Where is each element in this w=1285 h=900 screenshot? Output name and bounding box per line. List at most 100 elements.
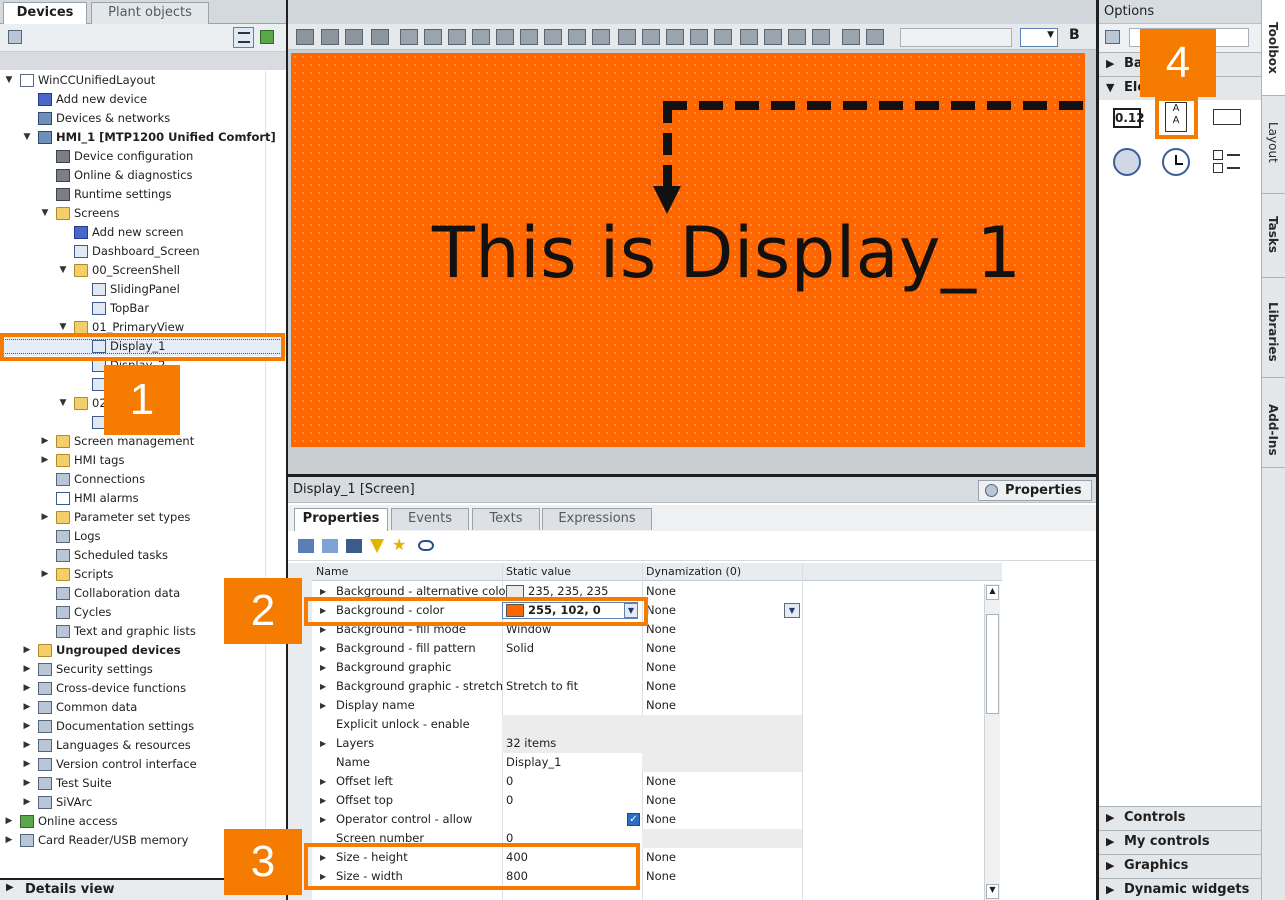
toolbar-tool-icon[interactable] xyxy=(544,29,562,45)
tree-item[interactable]: ▼ WinCCUnifiedLayout xyxy=(0,71,286,90)
column-name[interactable]: Name xyxy=(316,565,348,578)
toolbar-tool-icon[interactable] xyxy=(812,29,830,45)
toolbar-tool-icon[interactable] xyxy=(371,29,389,45)
tab-expressions[interactable]: Expressions xyxy=(542,508,652,530)
chevron-right-icon[interactable]: ▶ xyxy=(4,812,14,831)
chevron-right-icon[interactable]: ▶ xyxy=(22,793,32,812)
section-controls[interactable]: ▶ Controls xyxy=(1099,806,1261,830)
chevron-down-icon[interactable]: ▼ xyxy=(40,204,50,223)
toolbar-tool-icon[interactable] xyxy=(618,29,636,45)
clock-icon[interactable] xyxy=(1162,148,1190,176)
tree-item[interactable]: TopBar xyxy=(0,299,286,318)
chevron-right-icon[interactable]: ▶ xyxy=(40,451,50,470)
property-dynamization[interactable]: None xyxy=(646,620,676,639)
tree-item[interactable]: ▶ Security settings xyxy=(0,660,286,679)
side-tab-toolbox[interactable]: Toolbox xyxy=(1262,0,1285,96)
property-dynamization[interactable]: None xyxy=(646,791,676,810)
tree-settings-icon[interactable] xyxy=(8,30,22,44)
toolbar-tool-icon[interactable] xyxy=(424,29,442,45)
section-graphics[interactable]: ▶ Graphics xyxy=(1099,854,1261,878)
chevron-down-icon[interactable]: ▼ xyxy=(22,128,32,147)
tab-devices[interactable]: Devices xyxy=(3,2,87,25)
chevron-right-icon[interactable]: ▶ xyxy=(320,772,326,791)
tree-item[interactable]: ▶ Languages & resources xyxy=(0,736,286,755)
chevron-right-icon[interactable]: ▶ xyxy=(22,679,32,698)
property-dynamization[interactable]: None xyxy=(646,867,676,886)
font-selector[interactable] xyxy=(900,28,1012,47)
toolbar-tool-icon[interactable] xyxy=(642,29,660,45)
column-static-value[interactable]: Static value xyxy=(506,565,571,578)
property-dynamization[interactable]: None xyxy=(646,658,676,677)
io-field-icon[interactable]: 0.12 xyxy=(1113,108,1145,128)
chevron-right-icon[interactable]: ▶ xyxy=(40,432,50,451)
chevron-right-icon[interactable]: ▶ xyxy=(4,831,14,850)
tab-events[interactable]: Events xyxy=(391,508,469,530)
tab-properties[interactable]: Properties xyxy=(294,508,388,531)
view-toggle-icon[interactable] xyxy=(1105,30,1120,44)
list-view-button[interactable] xyxy=(233,27,254,48)
property-value[interactable]: 0 xyxy=(506,772,513,791)
tree-item[interactable]: Add new screen xyxy=(0,223,286,242)
tab-texts[interactable]: Texts xyxy=(472,508,540,530)
toolbar-tool-icon[interactable] xyxy=(866,29,884,45)
tree-item[interactable]: ▼ HMI_1 [MTP1200 Unified Comfort] xyxy=(0,128,286,147)
property-dynamization[interactable]: None xyxy=(646,772,676,791)
checkbox-icon[interactable] xyxy=(1213,150,1241,174)
property-value[interactable]: Stretch to fit xyxy=(506,677,578,696)
tree-item[interactable]: Dashboard_Screen xyxy=(0,242,286,261)
toolbar-tool-icon[interactable] xyxy=(400,29,418,45)
toolbar-tool-icon[interactable] xyxy=(321,29,339,45)
chevron-right-icon[interactable]: ▶ xyxy=(22,641,32,660)
color-selector[interactable]: ▼ xyxy=(1020,28,1058,47)
chevron-right-icon[interactable]: ▶ xyxy=(22,736,32,755)
details-expand-icon[interactable]: ▶ xyxy=(6,882,14,893)
group-view-icon[interactable] xyxy=(298,539,314,553)
eye-icon[interactable] xyxy=(418,540,434,551)
expand-all-icon[interactable] xyxy=(346,539,362,553)
chevron-right-icon[interactable]: ▶ xyxy=(22,755,32,774)
toolbar-tool-icon[interactable] xyxy=(448,29,466,45)
chevron-right-icon[interactable]: ▶ xyxy=(320,734,326,753)
tree-item[interactable]: ▼ 00_ScreenShell xyxy=(0,261,286,280)
chevron-right-icon[interactable]: ▶ xyxy=(320,639,326,658)
property-row[interactable]: ▶ Operator control - allow ✓ None xyxy=(312,810,1002,829)
toolbar-tool-icon[interactable] xyxy=(740,29,758,45)
toolbar-tool-icon[interactable] xyxy=(345,29,363,45)
property-dynamization[interactable]: None xyxy=(646,810,676,829)
tree-item[interactable]: Online & diagnostics xyxy=(0,166,286,185)
chevron-right-icon[interactable]: ▶ xyxy=(320,658,326,677)
toolbar-tool-icon[interactable] xyxy=(568,29,586,45)
property-row[interactable]: ▶ Layers 32 items xyxy=(312,734,1002,753)
scroll-down-icon[interactable]: ▼ xyxy=(986,884,999,899)
chevron-down-icon[interactable]: ▼ xyxy=(58,394,68,413)
scroll-up-icon[interactable]: ▲ xyxy=(986,585,999,600)
tree-refresh-icon[interactable] xyxy=(260,30,274,44)
chevron-right-icon[interactable]: ▶ xyxy=(40,565,50,584)
toolbar-tool-icon[interactable] xyxy=(472,29,490,45)
property-dynamization[interactable]: None xyxy=(646,639,676,658)
chevron-right-icon[interactable]: ▶ xyxy=(22,774,32,793)
toolbar-tool-icon[interactable] xyxy=(788,29,806,45)
side-tab-layout[interactable]: Layout xyxy=(1262,96,1285,194)
property-row[interactable]: ▶ Offset top 0 None xyxy=(312,791,1002,810)
tree-item[interactable]: ▼ Screens xyxy=(0,204,286,223)
tree-item[interactable]: SlidingPanel xyxy=(0,280,286,299)
chevron-right-icon[interactable]: ▶ xyxy=(40,508,50,527)
toolbar-tool-icon[interactable] xyxy=(764,29,782,45)
property-value[interactable]: 0 xyxy=(506,791,513,810)
property-row[interactable]: Explicit unlock - enable xyxy=(312,715,1002,734)
chevron-right-icon[interactable]: ▶ xyxy=(320,696,326,715)
property-dynamization[interactable]: None xyxy=(646,582,676,601)
filter-icon[interactable] xyxy=(370,539,384,553)
property-row[interactable]: Name Display_1 xyxy=(312,753,1002,772)
section-my-controls[interactable]: ▶ My controls xyxy=(1099,830,1261,854)
chevron-right-icon[interactable]: ▶ xyxy=(22,660,32,679)
property-row[interactable]: ▶ Offset left 0 None xyxy=(312,772,1002,791)
toolbar-tool-icon[interactable] xyxy=(520,29,538,45)
tree-item[interactable]: ▶ Test Suite xyxy=(0,774,286,793)
property-dynamization[interactable]: None xyxy=(646,696,676,715)
tree-item[interactable]: ▶ Cross-device functions xyxy=(0,679,286,698)
side-tab-add-ins[interactable]: Add-Ins xyxy=(1262,378,1285,468)
tree-item[interactable]: Scheduled tasks xyxy=(0,546,286,565)
toolbar-tool-icon[interactable] xyxy=(690,29,708,45)
